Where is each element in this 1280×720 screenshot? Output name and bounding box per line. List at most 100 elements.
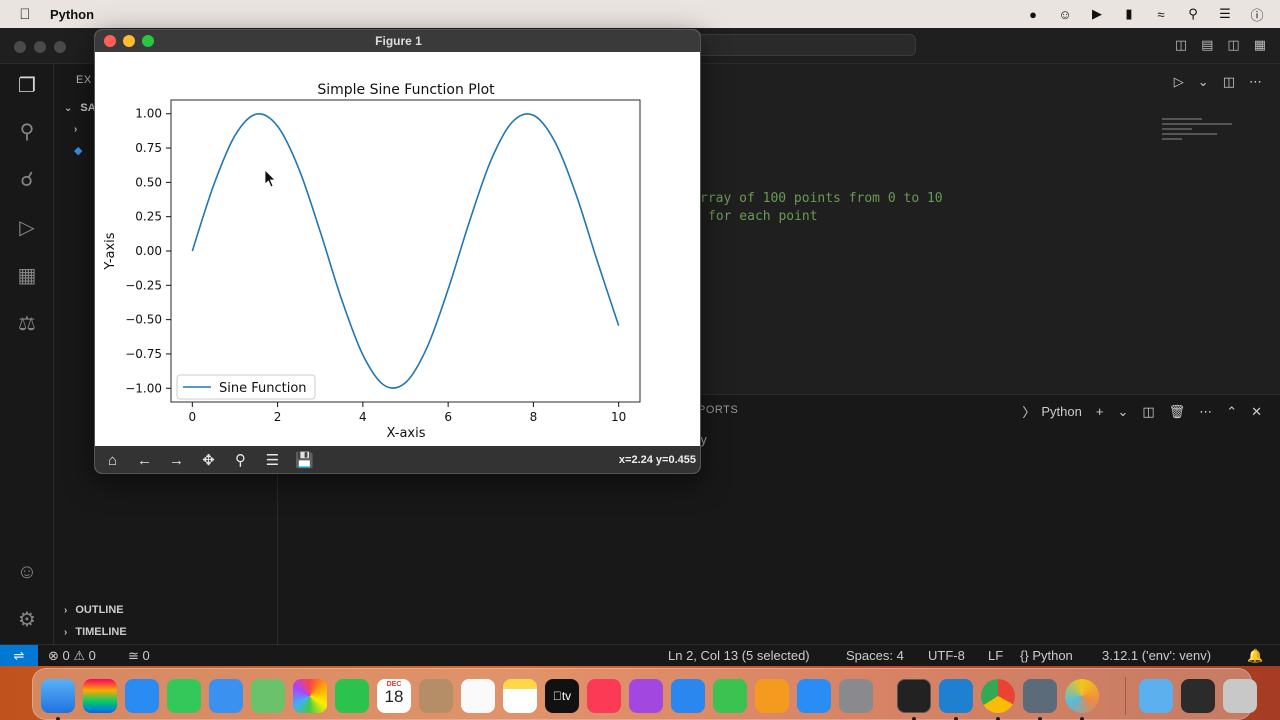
- remote-indicator-icon[interactable]: ⇌: [0, 645, 38, 667]
- search-icon[interactable]: ⚲: [13, 118, 41, 146]
- python-interpreter[interactable]: 3.12.1 ('env': venv): [1102, 648, 1211, 663]
- cursor-position[interactable]: Ln 2, Col 13 (5 selected): [668, 648, 810, 663]
- terminal-app-icon[interactable]: [897, 679, 931, 713]
- configure-subplots-icon[interactable]: ☰: [258, 449, 287, 472]
- explorer-icon[interactable]: ❐: [13, 72, 41, 100]
- minimap[interactable]: [1162, 118, 1234, 158]
- spotlight-search-icon[interactable]: ⚲: [1184, 6, 1202, 22]
- reminders-icon[interactable]: [461, 679, 495, 713]
- accounts-icon[interactable]: ☺: [13, 558, 41, 586]
- terminal-selector[interactable]: 〉 Python: [1022, 402, 1082, 421]
- apple-tv-icon[interactable]: tv: [545, 679, 579, 713]
- sidebar-section-timeline[interactable]: › TIMELINE: [64, 626, 127, 638]
- sidebar-folder-item[interactable]: ›: [74, 124, 77, 135]
- keynote-icon[interactable]: [671, 679, 705, 713]
- photos-icon[interactable]: [293, 679, 327, 713]
- python-launcher-icon[interactable]: [1065, 679, 1099, 713]
- terminal-output[interactable]: y: [700, 433, 707, 447]
- new-terminal-icon[interactable]: +: [1096, 404, 1104, 419]
- system-settings-icon[interactable]: [839, 679, 873, 713]
- run-debug-icon[interactable]: ▷: [13, 214, 41, 242]
- matplotlib-figure-window: Figure 1 Simple Sine Function Plot X-axi…: [94, 29, 701, 474]
- command-center[interactable]: [680, 34, 916, 56]
- wifi-icon[interactable]: ≈: [1152, 7, 1170, 22]
- ports-indicator[interactable]: ≅ 0: [128, 648, 150, 664]
- finder-icon[interactable]: [41, 679, 75, 713]
- run-file-icon[interactable]: ▷: [1174, 74, 1184, 90]
- contacts-icon[interactable]: [419, 679, 453, 713]
- back-arrow-icon[interactable]: ←: [130, 449, 159, 472]
- app-store-icon[interactable]: [797, 679, 831, 713]
- figure-titlebar[interactable]: Figure 1: [95, 30, 700, 52]
- minimize-dot[interactable]: [34, 41, 46, 53]
- trash-icon[interactable]: 🗑: [1169, 404, 1186, 420]
- quicktime-icon[interactable]: [1023, 679, 1057, 713]
- menubar-app-name[interactable]: Python: [50, 7, 94, 22]
- language-mode[interactable]: {} Python: [1020, 648, 1073, 663]
- figure-canvas[interactable]: Simple Sine Function Plot X-axis Y-axis …: [95, 52, 701, 446]
- zoom-dot[interactable]: [54, 41, 66, 53]
- play-icon[interactable]: ▶: [1088, 6, 1106, 22]
- info-icon[interactable]: ⓘ: [1248, 5, 1266, 24]
- safari-icon[interactable]: [125, 679, 159, 713]
- indentation[interactable]: Spaces: 4: [846, 648, 904, 663]
- close-window-icon[interactable]: [104, 35, 116, 47]
- source-control-icon[interactable]: ☌: [13, 166, 41, 194]
- extensions-icon[interactable]: ▦: [13, 262, 41, 290]
- zoom-icon[interactable]: ⚲: [226, 449, 255, 472]
- save-figure-icon[interactable]: 💾: [290, 449, 319, 472]
- calendar-day: 18: [384, 687, 404, 706]
- panel-tab-ports[interactable]: PORTS: [698, 404, 738, 416]
- notes-icon[interactable]: [503, 679, 537, 713]
- apple-icon[interactable]: : [14, 6, 36, 23]
- close-dot[interactable]: [14, 41, 26, 53]
- messages-icon[interactable]: [167, 679, 201, 713]
- split-editor-icon[interactable]: ◫: [1223, 74, 1235, 90]
- notifications-bell-icon[interactable]: 🔔: [1247, 648, 1263, 664]
- sine-chart[interactable]: Simple Sine Function Plot X-axis Y-axis …: [95, 52, 701, 446]
- close-panel-icon[interactable]: ✕: [1251, 404, 1262, 420]
- battery-icon[interactable]: ▮: [1120, 6, 1138, 22]
- testing-icon[interactable]: ⚖: [13, 310, 41, 338]
- minimized-window-icon[interactable]: [1181, 679, 1215, 713]
- launchpad-icon[interactable]: [83, 679, 117, 713]
- sidebar-section-workspace[interactable]: ⌄ SA: [64, 102, 96, 114]
- sidebar-section-outline[interactable]: › OUTLINE: [64, 604, 124, 616]
- more-actions-icon[interactable]: ⋯: [1199, 404, 1212, 420]
- chevron-down-icon[interactable]: ⌄: [1117, 404, 1128, 420]
- customize-layout-icon[interactable]: ▦: [1254, 37, 1266, 53]
- trash-icon[interactable]: [1223, 679, 1257, 713]
- sidebar-python-file-item[interactable]: ◆: [74, 144, 82, 157]
- control-center-icon[interactable]: ☰: [1216, 6, 1234, 22]
- numbers-icon[interactable]: [713, 679, 747, 713]
- vscode-app-icon[interactable]: [939, 679, 973, 713]
- toggle-sidebar-icon[interactable]: ◫: [1175, 37, 1187, 53]
- forward-arrow-icon[interactable]: →: [162, 449, 191, 472]
- toggle-secondary-sidebar-icon[interactable]: ◫: [1227, 37, 1239, 53]
- facetime-icon[interactable]: [335, 679, 369, 713]
- settings-gear-icon[interactable]: ⚙: [13, 606, 41, 634]
- pan-icon[interactable]: ✥: [194, 449, 223, 472]
- zoom-window-icon[interactable]: [142, 35, 154, 47]
- line-ending[interactable]: LF: [988, 648, 1003, 663]
- encoding[interactable]: UTF-8: [928, 648, 965, 663]
- y-tick-label: −0.25: [125, 278, 162, 292]
- maximize-panel-icon[interactable]: ⌃: [1226, 404, 1237, 420]
- chevron-down-icon[interactable]: ⌄: [1198, 74, 1209, 90]
- maps-icon[interactable]: [251, 679, 285, 713]
- pages-icon[interactable]: [755, 679, 789, 713]
- minimize-window-icon[interactable]: [123, 35, 135, 47]
- downloads-folder-icon[interactable]: [1139, 679, 1173, 713]
- problems-indicator[interactable]: ⊗ 0 ⚠ 0: [48, 648, 96, 664]
- calendar-icon[interactable]: DEC 18: [377, 679, 411, 713]
- podcasts-icon[interactable]: [629, 679, 663, 713]
- home-icon[interactable]: ⌂: [98, 449, 127, 472]
- split-terminal-icon[interactable]: ◫: [1142, 404, 1154, 420]
- toggle-panel-icon[interactable]: ▤: [1201, 37, 1213, 53]
- user-icon[interactable]: ☺: [1056, 7, 1074, 22]
- record-icon[interactable]: ●: [1024, 7, 1042, 22]
- more-actions-icon[interactable]: ⋯: [1249, 74, 1262, 90]
- mail-icon[interactable]: [209, 679, 243, 713]
- music-icon[interactable]: [587, 679, 621, 713]
- chrome-icon[interactable]: [981, 679, 1015, 713]
